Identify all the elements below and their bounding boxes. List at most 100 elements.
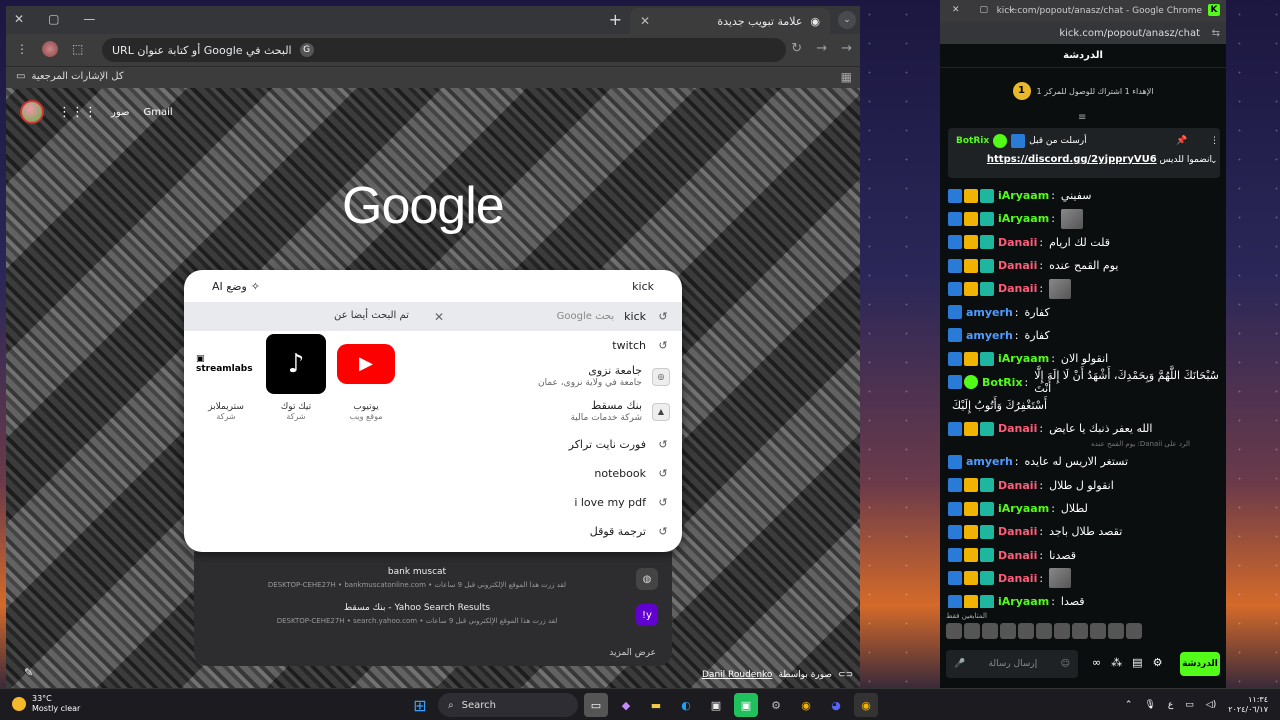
taskbar-search[interactable]: ⌕ Search [438, 693, 578, 717]
chat-username[interactable]: amyerh [966, 455, 1013, 468]
chat-message[interactable]: amyerh: كفارة [948, 324, 1220, 347]
chat-username[interactable]: Danaii [998, 422, 1037, 435]
chat-username[interactable]: iAryaam [998, 595, 1049, 608]
chat-username[interactable]: Danaii [998, 549, 1037, 562]
chat-username[interactable]: Danaii [998, 282, 1037, 295]
file-explorer-icon[interactable]: ▬ [644, 693, 668, 717]
suggestion-item[interactable]: ↺ twitch [442, 331, 682, 360]
chevron-up-icon[interactable]: ⌃ [1125, 700, 1133, 710]
ai-mode-button[interactable]: ✧ وضع AI [212, 280, 260, 293]
app-icon[interactable]: ▣ [734, 693, 758, 717]
emoji-icon[interactable]: ☺ [1061, 659, 1070, 669]
chat-message[interactable]: BotRix: سُبْحَانَكَ اللَّهُمَّ وَبِحَمْدِ… [948, 369, 1220, 395]
chat-message[interactable]: أَسْتَغْفِرُكَ وَأَتُوبُ إِلَيْكَ [948, 394, 1220, 417]
site-settings-icon[interactable]: ⇆ [1212, 28, 1220, 39]
customize-pencil-icon[interactable]: ✎ [24, 666, 33, 679]
chrome-active-icon[interactable]: ◉ [854, 693, 878, 717]
emote[interactable] [1090, 623, 1106, 639]
chat-message[interactable]: Danaii: قصدنا [948, 543, 1220, 566]
reload-icon[interactable]: ↻ [791, 41, 802, 56]
gmail-link[interactable]: Gmail [144, 107, 173, 118]
pinned-user[interactable]: BotRix [956, 136, 989, 146]
chat-username[interactable]: iAryaam [998, 189, 1049, 202]
chat-message[interactable]: amyerh: تستغر الاريس له عايده [948, 450, 1220, 473]
settings-icon[interactable]: ⚙ [1153, 656, 1163, 669]
tab-groups-icon[interactable]: ▦ [841, 70, 852, 84]
clock[interactable]: ١١:٣٤ ٢٠٢٤/٠٦/١٧ [1228, 695, 1268, 715]
recent-visit-item[interactable]: ◍ bank muscat لقد زرت هذا الموقع الإلكتر… [194, 562, 672, 596]
chrome-icon[interactable]: ◉ [794, 693, 818, 717]
new-tab-button[interactable]: + [609, 10, 622, 29]
minimize-window-icon[interactable]: — [1008, 5, 1017, 15]
suggestion-item[interactable]: ▲ بنك مسقط شركة خدمات مالية [442, 396, 682, 428]
chat-username[interactable]: amyerh [966, 329, 1013, 342]
chat-username[interactable]: Danaii [998, 479, 1037, 492]
emote[interactable] [1036, 623, 1052, 639]
all-bookmarks-button[interactable]: ▭ كل الإشارات المرجعية [16, 71, 124, 82]
address-bar[interactable]: G البحث في Google أو كتابة عنوان URL [102, 38, 786, 62]
discord-icon[interactable]: ◕ [824, 693, 848, 717]
emote[interactable] [1126, 623, 1142, 639]
chat-message[interactable]: Danaii: انقولو ل طلال [948, 474, 1220, 497]
emote[interactable] [1000, 623, 1016, 639]
close-window-icon[interactable]: ✕ [14, 12, 24, 26]
back-icon[interactable]: → [841, 41, 852, 56]
images-link[interactable]: صور [111, 107, 130, 118]
photo-credit-name[interactable]: Danil Roudenko [702, 670, 772, 680]
leaderboard-icon[interactable]: ▤ [1132, 656, 1142, 669]
chat-username[interactable]: Danaii [998, 259, 1037, 272]
google-account-avatar[interactable] [20, 100, 44, 124]
chat-message[interactable]: Danaii: [948, 277, 1220, 300]
emote[interactable] [1054, 623, 1070, 639]
microphone-icon[interactable]: 🎤 [954, 659, 965, 669]
infinity-icon[interactable]: ∞ [1092, 656, 1101, 669]
maximize-window-icon[interactable]: ▢ [980, 5, 989, 15]
tab-search-button[interactable]: ⌄ [838, 11, 856, 29]
maximize-window-icon[interactable]: ▢ [48, 12, 59, 26]
forward-icon[interactable]: → [816, 41, 827, 56]
chat-username[interactable]: Danaii [998, 236, 1037, 249]
chat-username[interactable]: iAryaam [998, 352, 1049, 365]
chevron-down-icon[interactable]: ⌄ [1210, 156, 1218, 166]
tab-new-tab[interactable]: ◉ علامة تبويب جديدة ✕ [630, 8, 830, 34]
suggestion-item[interactable]: ↺ notebook [442, 459, 682, 488]
chat-send-button[interactable]: الدردشة [1180, 652, 1220, 676]
edge-icon[interactable]: ◐ [674, 693, 698, 717]
minimize-window-icon[interactable]: — [83, 12, 95, 26]
weather-widget[interactable]: 33°C Mostly clear [12, 694, 80, 714]
language-icon[interactable]: ع [1168, 700, 1173, 710]
emote[interactable] [1072, 623, 1088, 639]
menu-icon[interactable]: ⋮ [16, 42, 28, 56]
emote[interactable] [946, 623, 962, 639]
chat-username[interactable]: iAryaam [998, 212, 1049, 225]
chat-message[interactable]: Danaii: الله يعفر ذنبك يا عايض [948, 417, 1220, 440]
suggestion-item[interactable]: ◎ جامعة نزوى جامعة في ولاية نزوى، عمان [442, 360, 682, 394]
store-icon[interactable]: ▣ [704, 693, 728, 717]
chat-message[interactable]: amyerh: كفارة [948, 300, 1220, 323]
chat-message[interactable]: iAryaam: قصدا [948, 590, 1220, 608]
volume-icon[interactable]: ◁) [1206, 700, 1216, 710]
more-options-icon[interactable]: ⋮ [1210, 136, 1219, 146]
emote[interactable] [964, 623, 980, 639]
tile-tiktok[interactable]: ♪ تيك توك شركة [266, 334, 326, 421]
microphone-icon[interactable]: 🎙 [1144, 700, 1155, 710]
chat-message[interactable]: iAryaam: لطلال [948, 497, 1220, 520]
chat-username[interactable]: BotRix [982, 376, 1023, 389]
suggestion-item[interactable]: ↺ i love my pdf [442, 488, 682, 517]
chat-message[interactable]: Danaii: [948, 567, 1220, 590]
extensions-icon[interactable]: ⬚ [72, 42, 83, 56]
chat-input[interactable]: 🎤 إرسال رسالة ☺ [946, 650, 1078, 678]
chat-username[interactable]: Danaii [998, 572, 1037, 585]
chat-username[interactable]: Danaii [998, 525, 1037, 538]
suggestion-item[interactable]: ↺ kick بحث Google ✕ [184, 302, 682, 331]
search-box[interactable]: kick ✧ وضع AI [184, 270, 682, 302]
url-text[interactable]: kick.com/popout/anasz/chat [1059, 28, 1200, 39]
show-more-link[interactable]: عرض المزيد [609, 648, 656, 658]
settings-icon[interactable]: ⚙ [764, 693, 788, 717]
chat-message[interactable]: iAryaam: انقولو الان [948, 347, 1220, 370]
chat-message[interactable]: iAryaam: [948, 207, 1220, 230]
task-view-icon[interactable]: ▭ [584, 693, 608, 717]
chat-username[interactable]: iAryaam [998, 502, 1049, 515]
tile-youtube[interactable]: ▶ يوتيوب موقع ويب [336, 334, 396, 421]
chat-message[interactable]: Danaii: قلت لك اريام [948, 231, 1220, 254]
